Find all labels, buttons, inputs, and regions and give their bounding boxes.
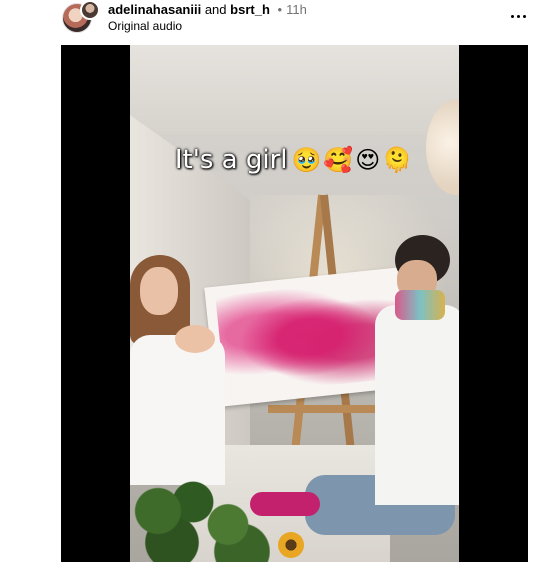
separator-dot: • (277, 2, 283, 17)
person-shirt (130, 335, 225, 485)
ellipsis-icon (510, 14, 514, 18)
scene-plant (130, 475, 270, 562)
audio-link[interactable]: Original audio (108, 19, 182, 33)
post-time[interactable]: 11h (286, 2, 307, 17)
video-scene: It's a girl 🥹🥰😍🫠 (130, 45, 459, 562)
caption-text: It's a girl (174, 145, 288, 175)
ellipsis-icon-dot (522, 14, 526, 18)
collaborator-avatar[interactable] (80, 0, 100, 20)
person-face (140, 267, 178, 315)
person-shirt (375, 305, 459, 505)
author-conjunction: and (204, 2, 227, 17)
ellipsis-icon-dot (516, 14, 520, 18)
author-username-secondary[interactable]: bsrt_h (230, 2, 270, 17)
video-player[interactable]: It's a girl 🥹🥰😍🫠 (61, 45, 528, 562)
author-username-primary[interactable]: adelinahasaniii (108, 2, 201, 17)
scene-person-right (305, 235, 459, 535)
author-line: adelinahasaniii and bsrt_h • 11h (108, 2, 307, 17)
person-hands (175, 325, 215, 353)
video-caption: It's a girl 🥹🥰😍🫠 (130, 145, 459, 175)
easel-bar (268, 405, 378, 413)
post-header: adelinahasaniii and bsrt_h • 11h Original… (0, 0, 555, 40)
more-options-button[interactable] (506, 6, 530, 26)
scene-ceiling (130, 45, 459, 135)
caption-emoji: 🥹🥰😍🫠 (291, 146, 415, 174)
scene-sunflower (278, 532, 304, 558)
person-scarf (395, 290, 445, 320)
